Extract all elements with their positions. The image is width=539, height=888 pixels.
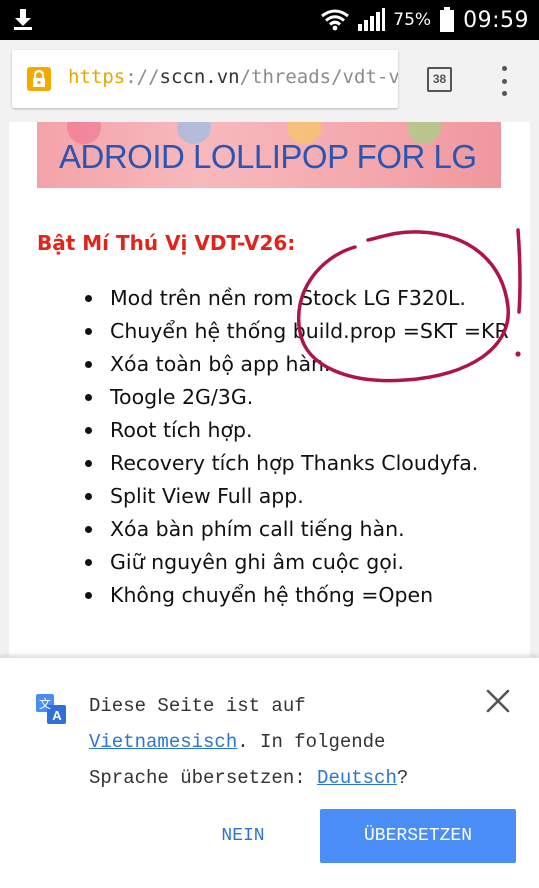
list-item: Chuyển hệ thống build.prop =SKT =KR [9, 315, 510, 348]
battery-icon [440, 7, 455, 32]
url-text[interactable]: https://sccn.vn/threads/vdt-v26 [68, 66, 398, 88]
lock-icon[interactable] [26, 66, 52, 92]
source-language-link[interactable]: Vietnamesisch [89, 731, 237, 753]
tab-switcher-button[interactable]: 38 [427, 67, 452, 92]
url-path: /threads/vdt-v26 [239, 66, 398, 88]
translate-message: Diese Seite ist auf Vietnamesisch. In fo… [89, 688, 469, 796]
status-bar: 75% 09:59 [0, 0, 539, 40]
signal-icon [358, 8, 386, 31]
battery-percent: 75% [393, 10, 432, 30]
feature-list: Mod trên nền rom Stock LG F320L. Chuyển … [9, 282, 510, 612]
decline-translate-button[interactable]: NEIN [203, 809, 283, 863]
banner-title: ADROID LOLLIPOP FOR LG [59, 138, 477, 175]
menu-dot-icon [501, 78, 507, 84]
translate-icon: 文 A [36, 694, 66, 724]
url-host: sccn.vn [159, 66, 240, 88]
list-item: Giữ nguyên ghi âm cuộc gọi. [9, 546, 510, 579]
list-item: Xóa bàn phím call tiếng hàn. [9, 513, 510, 546]
svg-text:文: 文 [39, 696, 51, 711]
clock: 09:59 [463, 7, 529, 33]
browser-toolbar: https://sccn.vn/threads/vdt-v26 38 [0, 40, 539, 123]
post-card: ADROID LOLLIPOP FOR LG Bật Mí Thú Vị VDT… [9, 122, 530, 657]
list-item: Root tích hợp. [9, 414, 510, 447]
address-bar[interactable]: https://sccn.vn/threads/vdt-v26 [12, 50, 398, 108]
list-item: Toogle 2G/3G. [9, 381, 510, 414]
post-banner-image: ADROID LOLLIPOP FOR LG [37, 122, 501, 188]
translate-message-part: ? [396, 767, 409, 789]
translate-infobar: 文 A Diese Seite ist auf Vietnamesisch. I… [0, 657, 539, 888]
download-icon [14, 9, 32, 30]
svg-text:A: A [52, 708, 62, 723]
list-item: Xóa toàn bộ app hàn. [9, 348, 510, 381]
list-item: Mod trên nền rom Stock LG F320L. [9, 282, 510, 315]
list-item: Không chuyển hệ thống =Open [9, 579, 510, 612]
page-content[interactable]: ADROID LOLLIPOP FOR LG Bật Mí Thú Vị VDT… [0, 122, 539, 657]
menu-dot-icon [501, 66, 507, 71]
list-item: Split View Full app. [9, 480, 510, 513]
translate-message-part: Diese Seite ist auf [89, 695, 306, 717]
overflow-menu-button[interactable] [494, 66, 514, 96]
url-scheme: https [68, 66, 126, 88]
url-separator: :// [125, 66, 160, 88]
wifi-icon [321, 9, 350, 31]
menu-dot-icon [501, 91, 507, 96]
target-language-link[interactable]: Deutsch [317, 767, 397, 789]
close-icon[interactable] [484, 687, 512, 715]
post-subtitle: Bật Mí Thú Vị VDT-V26: [37, 231, 296, 255]
list-item: Recovery tích hợp Thanks Cloudyfa. [9, 447, 510, 480]
translate-button[interactable]: ÜBERSETZEN [320, 809, 516, 863]
